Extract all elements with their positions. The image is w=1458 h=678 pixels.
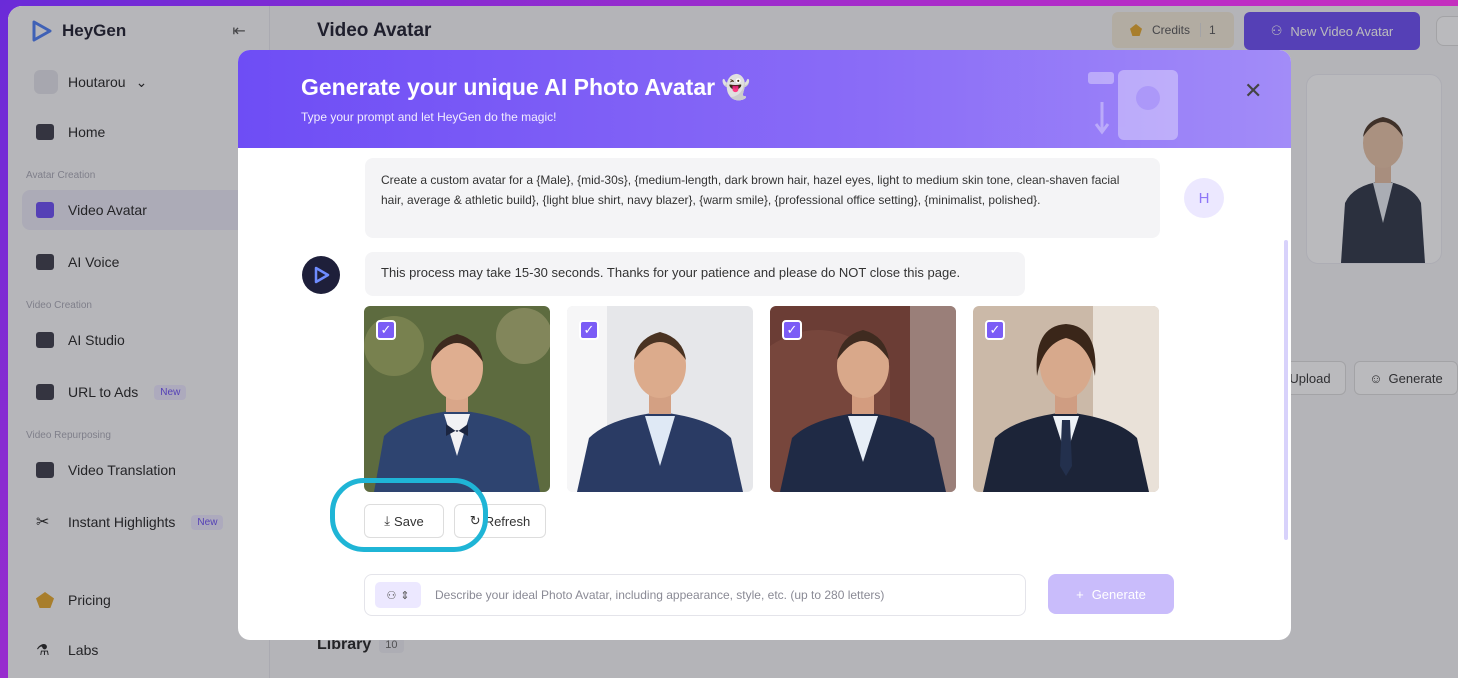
heygen-bot-avatar <box>302 256 340 294</box>
modal-title: Generate your unique AI Photo Avatar 👻 <box>301 74 751 100</box>
generate-button[interactable]: + Generate <box>1048 574 1174 614</box>
button-label: Refresh <box>484 513 531 529</box>
checkbox-checked-icon[interactable]: ✓ <box>782 320 802 340</box>
plus-icon: + <box>1076 586 1084 602</box>
photo-avatar-modal: Generate your unique AI Photo Avatar 👻 T… <box>238 50 1291 640</box>
generated-photo-1[interactable]: ✓ <box>364 306 550 492</box>
avatar-mode-selector[interactable]: ⚇ ⇕ <box>375 582 421 608</box>
modal-subtitle: Type your prompt and let HeyGen do the m… <box>301 110 557 124</box>
modal-scrollbar[interactable] <box>1284 240 1288 540</box>
user-icon: ⚇ <box>386 589 397 602</box>
generated-photo-3[interactable]: ✓ <box>770 306 956 492</box>
app-window: HeyGen ⇤ Houtarou ⌄ Home Avatar Creation… <box>8 6 1458 678</box>
close-icon[interactable]: ✕ <box>1244 78 1262 104</box>
chevron-updown-icon: ⇕ <box>400 589 410 602</box>
checkbox-checked-icon[interactable]: ✓ <box>985 320 1005 340</box>
button-label: Generate <box>1091 586 1146 602</box>
avatar-illustration-icon <box>1088 70 1178 140</box>
prompt-input-container: ⚇ ⇕ <box>364 574 1026 616</box>
heygen-logo-icon <box>314 266 330 284</box>
highlight-annotation <box>330 478 488 552</box>
prompt-input[interactable] <box>435 588 995 602</box>
checkbox-checked-icon[interactable]: ✓ <box>376 320 396 340</box>
user-avatar: H <box>1184 178 1224 218</box>
checkbox-checked-icon[interactable]: ✓ <box>579 320 599 340</box>
bot-status-message: This process may take 15-30 seconds. Tha… <box>365 252 1025 296</box>
generated-photo-4[interactable]: ✓ <box>973 306 1159 492</box>
user-prompt-message: Create a custom avatar for a {Male}, {mi… <box>365 158 1160 238</box>
generated-photo-2[interactable]: ✓ <box>567 306 753 492</box>
modal-header: Generate your unique AI Photo Avatar 👻 T… <box>238 50 1291 148</box>
